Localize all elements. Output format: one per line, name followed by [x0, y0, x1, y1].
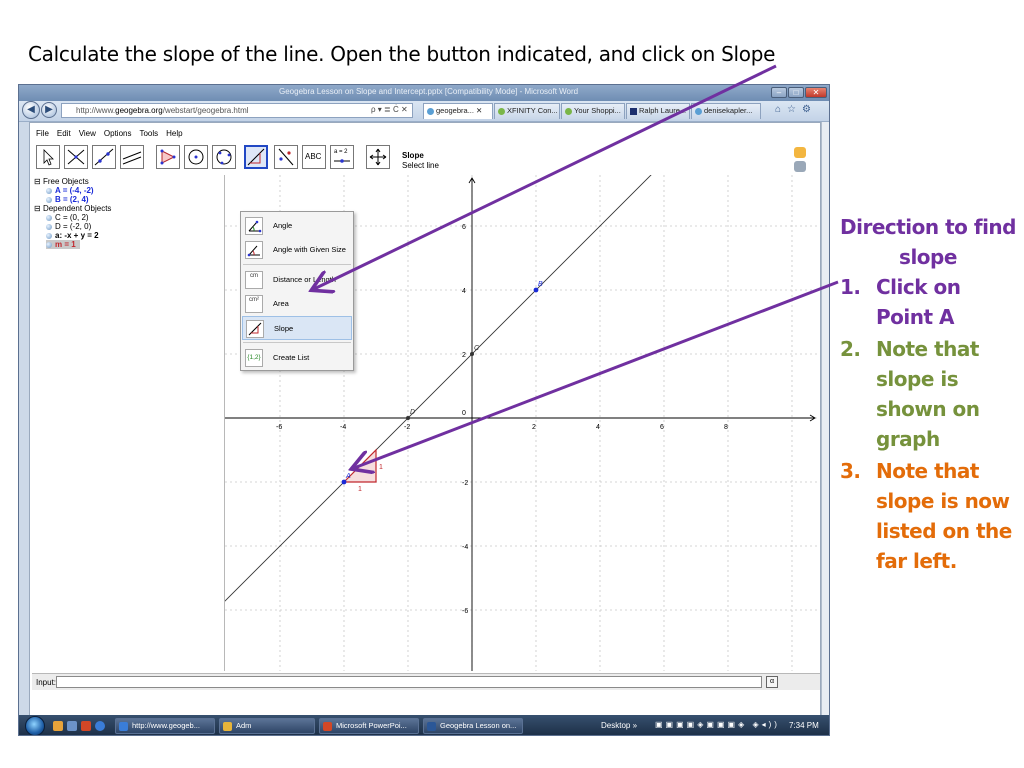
arrow-to-slope-menu [314, 64, 777, 289]
arrow-to-point-a [354, 280, 839, 468]
annotation-arrows [0, 64, 839, 768]
